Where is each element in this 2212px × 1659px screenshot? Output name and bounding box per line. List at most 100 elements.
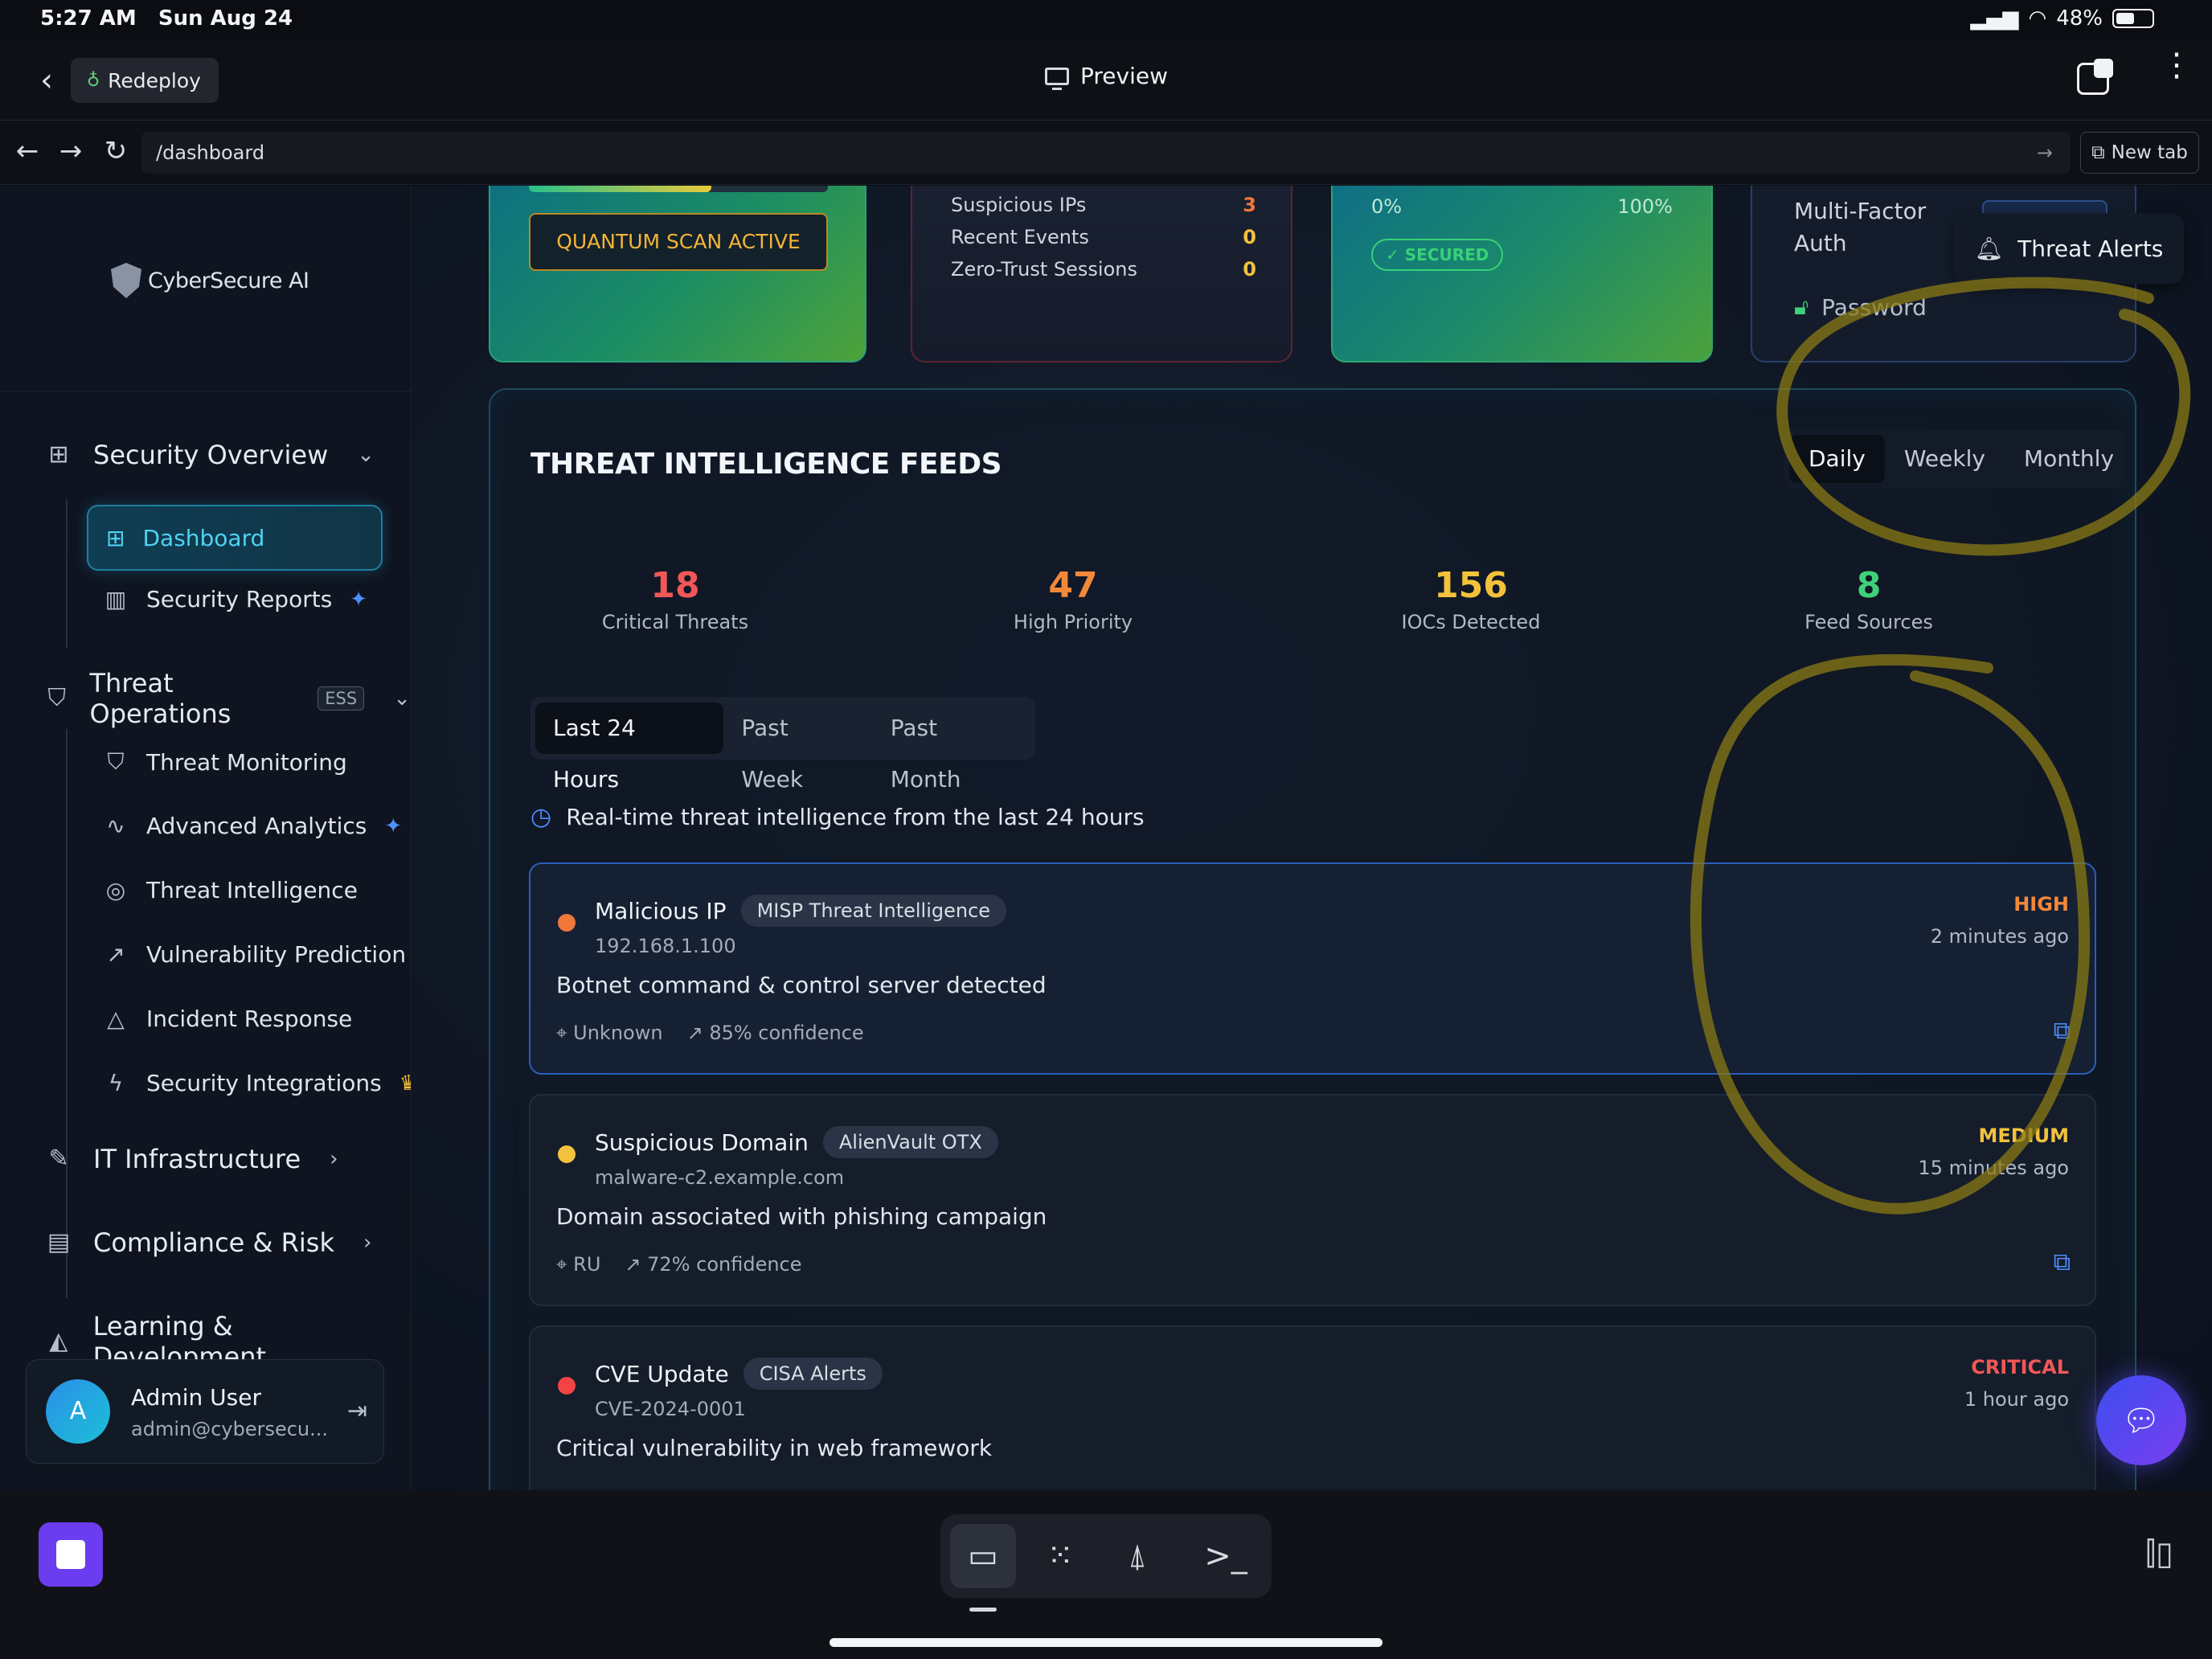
redeploy-button[interactable]: ♁ Redeploy bbox=[71, 58, 219, 103]
trending-up-icon: ↗ bbox=[625, 1253, 648, 1276]
feed-meta: ⌖ RU ↗ 72% confidence bbox=[556, 1253, 802, 1276]
quantum-scan-button[interactable]: QUANTUM SCAN ACTIVE bbox=[529, 213, 828, 271]
status-bar: 5:27 AM Sun Aug 24 ▂▄▆ ◠ 48% bbox=[0, 0, 2212, 40]
tab-monthly[interactable]: Monthly bbox=[2005, 435, 2133, 483]
graduation-cap-icon: ◭ bbox=[49, 1327, 68, 1355]
url-bar: ← → ↻ /dashboard → ⧉ New tab bbox=[0, 121, 2212, 185]
reload-icon[interactable]: ↻ bbox=[100, 133, 132, 169]
severity-dot bbox=[558, 914, 576, 932]
chat-bubble-icon: 💬︎ bbox=[2121, 1403, 2161, 1438]
feed-item[interactable]: Malicious IP MISP Threat Intelligence 19… bbox=[529, 862, 2096, 1075]
more-options-icon[interactable]: ⋮ bbox=[2161, 49, 2193, 101]
threat-alerts-button[interactable]: 🔔︎ Threat Alerts bbox=[1954, 213, 2184, 284]
tab-daily[interactable]: Daily bbox=[1789, 435, 1885, 483]
sidebar-item-threat-monitoring[interactable]: ⛉ Threat Monitoring bbox=[103, 748, 346, 776]
sidebar-section-compliance-risk[interactable]: ▤ Compliance & Risk › bbox=[45, 1227, 372, 1258]
preview-label: Preview bbox=[1080, 63, 1168, 89]
sidebar-item-incident-response[interactable]: △ Incident Response bbox=[103, 1006, 352, 1032]
quantum-progress-fill bbox=[529, 186, 711, 192]
external-link-icon[interactable]: ⧉ bbox=[2054, 1248, 2071, 1276]
nav-forward-icon[interactable]: → bbox=[55, 133, 87, 169]
stat-high-priority: 47 High Priority bbox=[952, 565, 1194, 633]
stat-value: 156 bbox=[1434, 565, 1508, 606]
shield-icon: ⛉ bbox=[107, 748, 125, 775]
sidebar-item-vulnerability-prediction[interactable]: ↗ Vulnerability Prediction bbox=[103, 941, 406, 968]
feed-time: 2 minutes ago bbox=[1930, 925, 2069, 948]
go-icon[interactable]: → bbox=[2037, 132, 2053, 174]
sidebar-section-security-overview[interactable]: ⊞ Security Overview ⌄ bbox=[45, 440, 375, 470]
desktop-icon[interactable]: ▭ bbox=[950, 1524, 1016, 1588]
sparkle-icon: ✦ bbox=[384, 813, 403, 838]
location-pin-icon: ⌖ bbox=[556, 1253, 574, 1276]
tab-weekly[interactable]: Weekly bbox=[1885, 435, 2005, 483]
feed-item[interactable]: CVE Update CISA Alerts CVE-2024-0001 Cri… bbox=[529, 1325, 2096, 1490]
feed-meta: ⌖ Unknown ↗ 85% confidence bbox=[556, 1022, 864, 1044]
password-label: Password bbox=[1821, 293, 1927, 321]
threat-intelligence-feeds-panel: THREAT INTELLIGENCE FEEDS Daily Weekly M… bbox=[489, 388, 2136, 1490]
deploy-icon[interactable]: ⍋ bbox=[1104, 1524, 1170, 1588]
windows-icon[interactable] bbox=[2077, 59, 2113, 95]
status-time: 5:27 AM Sun Aug 24 bbox=[40, 6, 293, 31]
sidebar-section-threat-operations[interactable]: ⛉ Threat Operations ESS ⌄ bbox=[45, 668, 412, 729]
sidebar-item-security-reports[interactable]: ▥ Security Reports ✦ bbox=[103, 586, 367, 612]
preview-title: Preview bbox=[1045, 63, 1168, 90]
chevron-down-icon: ⌄ bbox=[357, 443, 375, 467]
brand-logo[interactable]: CyberSecure AI bbox=[111, 263, 309, 298]
sidebar-item-advanced-analytics[interactable]: ∿ Advanced Analytics ✦ bbox=[103, 813, 402, 839]
feed-header: Suspicious Domain AlienVault OTX bbox=[595, 1126, 998, 1158]
external-link-icon[interactable]: ⧉ bbox=[2054, 1017, 2071, 1045]
quantum-scan-card: QUANTUM SCAN ACTIVE bbox=[489, 186, 866, 363]
new-tab-button[interactable]: ⧉ New tab bbox=[2080, 132, 2199, 174]
stat-value: 8 bbox=[1856, 565, 1882, 606]
chevron-right-icon: › bbox=[363, 1231, 372, 1255]
tree-line bbox=[66, 499, 68, 648]
url-input[interactable]: /dashboard → bbox=[141, 132, 2071, 174]
panel-title: THREAT INTELLIGENCE FEEDS bbox=[530, 448, 1002, 481]
event-value: 0 bbox=[1243, 226, 1256, 248]
terminal-icon[interactable]: >_ bbox=[1193, 1524, 1259, 1588]
dock: ▭ ⁙ ⍋ >_ bbox=[940, 1514, 1272, 1598]
threat-alerts-label: Threat Alerts bbox=[2017, 235, 2164, 262]
event-row: Suspicious IPs 3 bbox=[951, 194, 1256, 216]
new-tab-label: New tab bbox=[2111, 142, 2188, 163]
feed-type: Malicious IP bbox=[595, 897, 727, 924]
apps-icon[interactable]: ⁙ bbox=[1027, 1524, 1093, 1588]
events-card: Suspicious IPs 3 Recent Events 0 Zero-Tr… bbox=[911, 186, 1292, 363]
sidebar-item-threat-intelligence[interactable]: ◎ Threat Intelligence bbox=[103, 877, 358, 903]
active-indicator bbox=[969, 1608, 997, 1612]
tab-past-week[interactable]: Past Week bbox=[723, 703, 872, 793]
severity-label: HIGH bbox=[2013, 893, 2069, 916]
chat-button[interactable]: 💬︎ bbox=[2096, 1375, 2186, 1465]
user-card[interactable]: A Admin User admin@cybersecu... ⇥ bbox=[26, 1359, 384, 1464]
event-label: Suspicious IPs bbox=[951, 194, 1087, 216]
source-tag: AlienVault OTX bbox=[822, 1126, 998, 1158]
event-row: Zero-Trust Sessions 0 bbox=[951, 258, 1256, 281]
sidebar-section-it-infrastructure[interactable]: ✎ IT Infrastructure › bbox=[45, 1144, 338, 1174]
panel-toggle-icon[interactable]: ⫿▯ bbox=[2145, 1535, 2173, 1572]
feed-type: CVE Update bbox=[595, 1360, 729, 1387]
user-name: Admin User bbox=[131, 1384, 261, 1411]
signal-icon: ▂▄▆ bbox=[1970, 6, 2019, 31]
activity-icon: ∿ bbox=[106, 813, 125, 839]
back-button[interactable]: ‹ bbox=[29, 63, 64, 98]
clipboard-icon: ▤ bbox=[47, 1228, 71, 1256]
stat-label: Critical Threats bbox=[601, 611, 749, 633]
sidebar-item-security-integrations[interactable]: ϟ Security Integrations ♛ bbox=[103, 1070, 411, 1096]
feed-item[interactable]: Suspicious Domain AlienVault OTX malware… bbox=[529, 1094, 2096, 1306]
location-pin-icon: ⌖ bbox=[556, 1022, 574, 1044]
nav-back-icon[interactable]: ← bbox=[11, 133, 43, 169]
feed-time: 1 hour ago bbox=[1964, 1388, 2069, 1411]
section-label: Threat Operations bbox=[89, 668, 231, 729]
redeploy-label: Redeploy bbox=[108, 68, 201, 92]
home-indicator[interactable] bbox=[830, 1638, 1382, 1647]
target-icon: ◎ bbox=[105, 877, 126, 903]
tab-past-month[interactable]: Past Month bbox=[873, 703, 1030, 793]
sidebar-item-label: Advanced Analytics bbox=[146, 813, 367, 839]
section-label: IT Infrastructure bbox=[93, 1144, 301, 1174]
stop-button[interactable] bbox=[39, 1522, 103, 1587]
trending-up-icon: ↗ bbox=[686, 1022, 710, 1044]
feed-header: Malicious IP MISP Threat Intelligence bbox=[595, 895, 1007, 927]
tab-last-24-hours[interactable]: Last 24 Hours bbox=[535, 703, 724, 793]
sidebar-item-dashboard[interactable]: ⊞ Dashboard bbox=[87, 505, 383, 571]
logout-icon[interactable]: ⇥ bbox=[347, 1397, 367, 1425]
